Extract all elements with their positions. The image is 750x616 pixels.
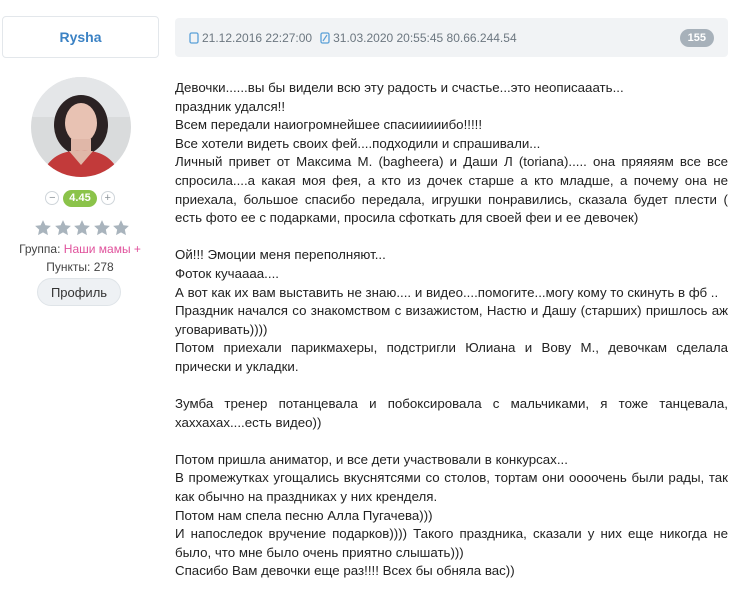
username-link[interactable]: Rysha: [59, 29, 101, 45]
group-link[interactable]: Наши мамы +: [64, 242, 141, 256]
points-value: 278: [93, 260, 114, 274]
star-icon: [113, 220, 129, 236]
reputation-value: 4.45: [63, 189, 97, 207]
star-icon: [74, 220, 90, 236]
post-line: Ой!!! Эмоции меня переполняют...: [175, 247, 386, 263]
post-edited: 31.03.2020 20:55:45 80.66.244.54: [320, 31, 517, 45]
document-icon: [189, 31, 199, 44]
post-line: Всем передали наиогромнейшее спасииииибо…: [175, 117, 483, 133]
post-line: А вот как их вам выставить не знаю.... и…: [175, 284, 719, 300]
reputation-row: − 4.45 +: [0, 189, 160, 207]
post-line: В промежутках угощались вкуснятсями со с…: [175, 470, 728, 505]
post-created: 21.12.2016 22:27:00: [189, 31, 312, 45]
post-line: Спасибо Вам девочки еще раз!!!! Всех бы …: [175, 563, 515, 579]
post-number-badge[interactable]: 155: [679, 28, 714, 47]
edit-icon: [320, 31, 330, 44]
post-body: Девочки......вы бы видели всю эту радост…: [175, 79, 728, 581]
post-line: Фоток кучаааа....: [175, 265, 279, 281]
post-line: Личный привет от Максима М. (bagheera) и…: [175, 154, 728, 226]
post-edited-info: 31.03.2020 20:55:45 80.66.244.54: [333, 30, 517, 45]
username-box: Rysha: [2, 16, 159, 58]
star-icon: [54, 220, 71, 236]
post-line: Потом приехали парикмахеры, подстригли Ю…: [175, 340, 728, 374]
user-points: Пункты: 278: [0, 260, 160, 274]
reputation-minus-button[interactable]: −: [45, 191, 60, 205]
post-header: 21.12.2016 22:27:00 31.03.2020 20:55:45 …: [175, 18, 728, 57]
star-icon: [93, 220, 110, 236]
avatar[interactable]: [31, 77, 131, 177]
post-line: Зумба тренер потанцевала и побоксировала…: [175, 396, 728, 430]
reputation-plus-button[interactable]: +: [100, 191, 115, 205]
post-line: И напоследок вручение подарков)))) Таког…: [175, 526, 728, 560]
post-line: Девочки......вы бы видели всю эту радост…: [175, 80, 624, 95]
post-line: праздник удался!!: [175, 98, 286, 114]
post-line: Все хотели видеть своих фей....подходили…: [175, 135, 541, 151]
group-label: Группа:: [19, 242, 61, 256]
user-group: Группа: Наши мамы +: [0, 242, 160, 256]
post-line: Потом пришла аниматор, и все дети участв…: [175, 451, 568, 467]
post-line: Потом нам спела песню Алла Пугачева))): [175, 507, 433, 523]
points-label: Пункты:: [46, 260, 91, 274]
profile-button[interactable]: Профиль: [37, 278, 121, 306]
star-icon: [35, 220, 51, 236]
rating-stars: [34, 219, 130, 237]
post-created-date: 21.12.2016 22:27:00: [202, 30, 313, 45]
post-line: Праздник начался со знакомством с визажи…: [175, 303, 728, 337]
